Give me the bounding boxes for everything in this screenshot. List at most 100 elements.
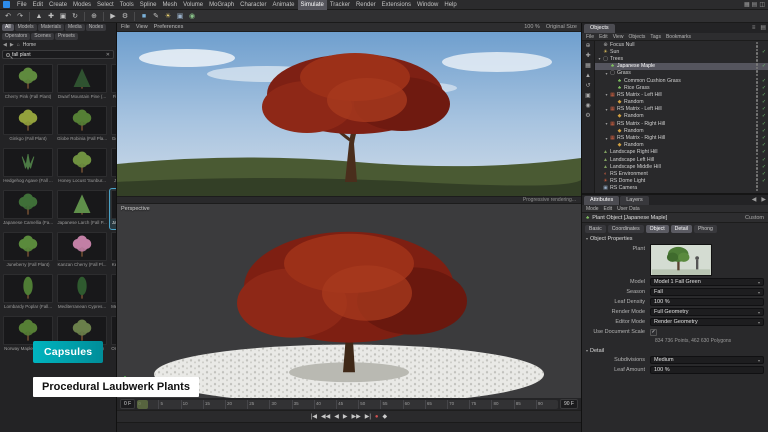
attributes-menu-user-data[interactable]: User Data (617, 206, 640, 212)
visibility-dots[interactable] (756, 142, 759, 148)
axis-lock-icon[interactable]: ⊕ (88, 11, 100, 22)
timeline-ruler[interactable]: 051015202530354045505560657075808590 (137, 400, 558, 409)
object-row-landscape-left-hill[interactable]: ▲Landscape Left Hill✓ (595, 156, 768, 163)
object-row-rs-matrix-left-hill[interactable]: ▾▦RS Matrix - Left Hill✓ (595, 106, 768, 113)
timeline-tick-45[interactable]: 45 (336, 400, 358, 409)
visibility-dots[interactable] (756, 78, 759, 84)
menu-render[interactable]: Render (353, 0, 379, 10)
timeline-tick-15[interactable]: 15 (203, 400, 225, 409)
object-row-random[interactable]: ◆Random✓ (595, 127, 768, 134)
object-row-random[interactable]: ◆Random✓ (595, 142, 768, 149)
menu-simulate[interactable]: Simulate (298, 0, 327, 10)
panel-header-icon-1[interactable]: ▤ (758, 24, 768, 33)
enabled-check-icon[interactable]: ✓ (760, 49, 768, 55)
visibility-dots[interactable] (756, 42, 759, 48)
play-button[interactable]: ▶ (343, 412, 348, 422)
tab-attributes[interactable]: Attributes (584, 196, 619, 205)
asset-item-field-maple-fall-plant[interactable]: Field Maple (Fall Plant) (110, 63, 116, 103)
autokey-button[interactable]: ◆ (383, 412, 388, 422)
tab-layers[interactable]: Layers (620, 196, 649, 205)
zoom-level[interactable]: 100 % (524, 24, 540, 30)
object-row-rs-camera[interactable]: ▣RS Camera (595, 185, 768, 192)
menu-edit[interactable]: Edit (30, 0, 46, 10)
menu-tracker[interactable]: Tracker (327, 0, 353, 10)
visibility-dots[interactable] (756, 157, 759, 163)
asset-item-globe-robinia-fall-pla[interactable]: Globe Robinia (Fall Pla... (56, 105, 108, 145)
search-input[interactable]: fall plant (12, 52, 104, 58)
timeline-tick-40[interactable]: 40 (314, 400, 336, 409)
viewport-menu-preferences[interactable]: Preferences (154, 24, 184, 30)
visibility-dots[interactable] (756, 149, 759, 155)
size-mode-dropdown[interactable]: Original Size (546, 24, 577, 30)
asset-item-jacaranda-fall-plant[interactable]: Jacaranda (Fall Plant) (110, 147, 116, 187)
objects-menu-bookmarks[interactable]: Bookmarks (666, 34, 691, 40)
plant-preview-thumbnail[interactable] (650, 244, 712, 276)
timeline-tick-85[interactable]: 85 (514, 400, 536, 409)
attr-tab-coordinates[interactable]: Coordinates (608, 225, 644, 233)
field-render-mode[interactable]: Full Geometry▾ (650, 308, 764, 316)
timeline-tick-80[interactable]: 80 (491, 400, 513, 409)
prev-key-button[interactable]: ◀◀ (321, 412, 330, 422)
visibility-dots[interactable] (756, 171, 759, 177)
menu-character[interactable]: Character (237, 0, 269, 10)
timeline-tick-55[interactable]: 55 (380, 400, 402, 409)
object-row-rs-matrix-right-hill[interactable]: ▾▦RS Matrix - Right Hill✓ (595, 134, 768, 141)
field-leaf-density[interactable]: 100 % (650, 298, 764, 306)
asset-item-ginkgo-fall-plant[interactable]: Ginkgo (Fall Plant) (2, 105, 54, 145)
detail-section[interactable]: ▾ Detail (582, 346, 768, 355)
timeline-tick-5[interactable]: 5 (158, 400, 180, 409)
timeline-tick-35[interactable]: 35 (292, 400, 314, 409)
object-row-rs-dome-light[interactable]: ☀RS Dome Light✓ (595, 178, 768, 185)
menu-mesh[interactable]: Mesh (159, 0, 180, 10)
objects-menu-edit[interactable]: Edit (599, 34, 608, 40)
viewport-menu-view[interactable]: View (136, 24, 148, 30)
move-tool-icon[interactable]: ✚ (45, 11, 57, 22)
custom-link[interactable]: Custom (745, 215, 764, 221)
asset-item-mediterranean-fan-pal[interactable]: Mediterranean Fan Pal... (110, 273, 116, 313)
redo-icon[interactable]: ↷ (14, 11, 26, 22)
enabled-check-icon[interactable]: ✓ (760, 178, 768, 184)
edges-mode-icon[interactable]: ▦ (585, 63, 591, 70)
menu-animate[interactable]: Animate (269, 0, 297, 10)
panel-header-icon-0[interactable]: ◀ (750, 196, 759, 205)
goto-start-button[interactable]: |◀ (311, 412, 317, 422)
enabled-check-icon[interactable]: ✓ (760, 157, 768, 163)
timeline-tick-90[interactable]: 90 (536, 400, 558, 409)
object-row-common-cushion-grass[interactable]: ♣Common Cushion Grass✓ (595, 77, 768, 84)
menu-help[interactable]: Help (441, 0, 459, 10)
filter-nodes[interactable]: Nodes (86, 24, 106, 31)
asset-item-orange-tree-fall-plan[interactable]: Orange Tree (Fall Plan... (110, 315, 116, 355)
attr-tab-object[interactable]: Object (646, 225, 669, 233)
timeline-tick-50[interactable]: 50 (358, 400, 380, 409)
render-view[interactable] (117, 32, 581, 196)
object-row-japanese-maple[interactable]: ♣Japanese Maple✓ (595, 63, 768, 70)
filter-scenes[interactable]: Scenes (31, 33, 54, 40)
enabled-check-icon[interactable]: ✓ (760, 128, 768, 134)
polygons-mode-icon[interactable]: ▲ (585, 73, 591, 80)
attributes-menu-mode[interactable]: Mode (586, 206, 599, 212)
enabled-check-icon[interactable]: ✓ (760, 171, 768, 177)
objects-menu-file[interactable]: File (586, 34, 594, 40)
field-subdivisions[interactable]: Medium▾ (650, 356, 764, 364)
app-logo-icon[interactable] (3, 1, 10, 8)
asset-search[interactable]: fall plant ✕ (2, 50, 114, 59)
visibility-dots[interactable] (756, 85, 759, 91)
back-icon[interactable]: ◀ (3, 42, 7, 48)
menu-tools[interactable]: Tools (117, 0, 137, 10)
viewport-name-label[interactable]: Perspective (121, 206, 150, 212)
asset-item-japanese-maple-fall[interactable]: Japanese Maple (Fall ... (110, 189, 116, 229)
panel-header-icon-1[interactable]: ▶ (759, 196, 768, 205)
add-camera-icon[interactable]: ▣ (174, 11, 186, 22)
visibility-dots[interactable] (756, 113, 759, 119)
menu-spline[interactable]: Spline (137, 0, 160, 10)
visibility-dots[interactable] (756, 92, 759, 98)
enabled-check-icon[interactable]: ✓ (760, 85, 768, 91)
timeline-tick-60[interactable]: 60 (403, 400, 425, 409)
home-icon[interactable]: ⌂ (17, 42, 20, 48)
visibility-dots[interactable] (756, 63, 759, 69)
field-leaf-amount[interactable]: 100 % (650, 366, 764, 374)
attributes-menu-edit[interactable]: Edit (604, 206, 613, 212)
perspective-viewport[interactable]: Perspective (117, 204, 581, 398)
visibility-dots[interactable] (756, 56, 759, 62)
filter-operators[interactable]: Operators (2, 33, 30, 40)
